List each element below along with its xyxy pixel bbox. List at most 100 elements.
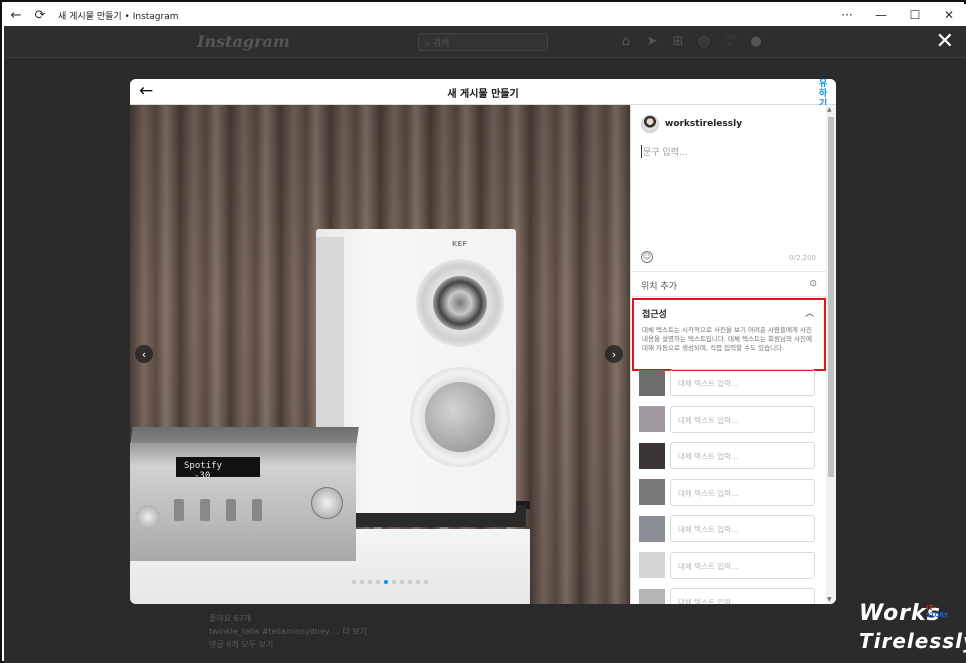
instagram-app: Instagram ⌕ 검색 ⌂ ➤ ⊞ ◎ ♡ ● ✕ 좋아요 67개 twi… bbox=[4, 26, 966, 663]
amp-display-value: -30 bbox=[194, 471, 211, 481]
photo-thumbnail bbox=[639, 552, 665, 578]
window-title: 새 게시물 만들기 • Instagram bbox=[58, 11, 179, 22]
instagram-header: Instagram ⌕ 검색 ⌂ ➤ ⊞ ◎ ♡ ● bbox=[4, 26, 966, 58]
accessibility-heading: 접근성 bbox=[642, 310, 667, 320]
alt-text-input[interactable]: 대체 텍스트 입력... bbox=[670, 551, 815, 579]
profile-icon[interactable]: ● bbox=[748, 33, 764, 49]
watermark-line2: Tirelessly bbox=[859, 629, 966, 653]
alt-text-input[interactable]: 대체 텍스트 입력... bbox=[670, 588, 815, 604]
post-caption-text: #tellaminsydney ... 더 보기 bbox=[261, 627, 367, 636]
speaker-brand: KEF bbox=[452, 240, 467, 248]
search-placeholder: 검색 bbox=[432, 39, 450, 49]
avatar bbox=[641, 115, 659, 133]
scroll-up-icon[interactable]: ▲ bbox=[827, 106, 832, 113]
post-details-panel: workstirelessly 문구 입력... ☺ 0/2,200 위치 추가… bbox=[630, 105, 826, 604]
prev-photo-button[interactable]: ‹ bbox=[135, 345, 153, 363]
amp-volume-knob bbox=[311, 487, 343, 519]
activity-icon[interactable]: ♡ bbox=[722, 33, 738, 49]
chevron-up-icon[interactable]: ︿ bbox=[805, 306, 814, 319]
title-bar: ← ⟳ 새 게시물 만들기 • Instagram ··· — ☐ ✕ bbox=[4, 4, 966, 26]
add-location-row[interactable]: 위치 추가 ⊙ bbox=[641, 279, 817, 292]
close-window-button[interactable]: ✕ bbox=[932, 4, 966, 26]
app-window: ← ⟳ 새 게시물 만들기 • Instagram ··· — ☐ ✕ Inst… bbox=[0, 0, 966, 663]
carousel-dot bbox=[424, 580, 428, 584]
watermark-story: STORY bbox=[926, 612, 949, 619]
carousel-dot bbox=[416, 580, 420, 584]
carousel-dot bbox=[352, 580, 356, 584]
carousel-dot bbox=[400, 580, 404, 584]
more-options-button[interactable]: ··· bbox=[830, 4, 864, 26]
carousel-dot bbox=[408, 580, 412, 584]
alt-text-input[interactable]: 대체 텍스트 입력... bbox=[670, 405, 815, 433]
amp-knob bbox=[136, 505, 160, 529]
scrollbar[interactable]: ▲ ▼ bbox=[826, 105, 836, 604]
search-input[interactable]: ⌕ 검색 bbox=[418, 33, 548, 51]
watermark-it: IT bbox=[926, 604, 934, 612]
scroll-thumb[interactable] bbox=[828, 117, 834, 477]
post-comments-link[interactable]: 댓글 6개 모두 보기 bbox=[209, 638, 565, 651]
alt-text-row: 대체 텍스트 입력... bbox=[639, 405, 817, 433]
carousel-dot bbox=[360, 580, 364, 584]
background-post: 좋아요 67개 twinkle_tella #tellaminsydney ..… bbox=[199, 604, 575, 663]
user-row: workstirelessly bbox=[641, 115, 742, 133]
new-post-icon[interactable]: ⊞ bbox=[670, 33, 686, 49]
close-overlay-icon[interactable]: ✕ bbox=[936, 31, 954, 53]
amplifier-display: Spotify -30 bbox=[176, 457, 260, 481]
accessibility-description: 대체 텍스트는 시각적으로 사진을 보기 어려운 사람들에게 사진 내용을 설명… bbox=[642, 326, 812, 352]
photo-thumbnail bbox=[639, 442, 665, 469]
location-label: 위치 추가 bbox=[641, 282, 677, 292]
speaker-tweeter bbox=[433, 276, 487, 330]
alt-text-row: 대체 텍스트 입력... bbox=[639, 478, 817, 506]
carousel-dot bbox=[392, 580, 396, 584]
username: workstirelessly bbox=[665, 119, 743, 129]
divider bbox=[631, 271, 826, 272]
maximize-button[interactable]: ☐ bbox=[898, 4, 932, 26]
alt-text-row: 대체 텍스트 입력... bbox=[639, 369, 817, 396]
explore-icon[interactable]: ◎ bbox=[696, 33, 712, 49]
post-photo[interactable]: KEF Spotify -30 ‹ › bbox=[130, 105, 630, 604]
search-icon: ⌕ bbox=[425, 39, 433, 49]
create-post-modal: ← 새 게시물 만들기 유 하 기 KEF Spotify -30 ‹ › wo… bbox=[130, 79, 836, 604]
direct-icon[interactable]: ➤ bbox=[644, 33, 660, 49]
share-label-char: 하 bbox=[818, 89, 828, 99]
amp-display-text: Spotify bbox=[184, 461, 222, 471]
alt-text-row: 대체 텍스트 입력... bbox=[639, 515, 817, 542]
accessibility-section[interactable]: 접근성 ︿ 대체 텍스트는 시각적으로 사진을 보기 어려운 사람들에게 사진 … bbox=[632, 298, 826, 371]
alt-text-input[interactable]: 대체 텍스트 입력... bbox=[670, 515, 815, 542]
photo-thumbnail bbox=[639, 515, 665, 542]
back-icon[interactable]: ← bbox=[4, 4, 28, 26]
scroll-down-icon[interactable]: ▼ bbox=[827, 596, 832, 603]
watermark-logo: Works IT STORY Tirelessly bbox=[859, 601, 966, 659]
alt-text-input[interactable]: 대체 텍스트 입력... bbox=[670, 369, 815, 396]
modal-title: 새 게시물 만들기 bbox=[447, 89, 519, 100]
divider bbox=[631, 296, 826, 297]
carousel-dot bbox=[368, 580, 372, 584]
photo-thumbnail bbox=[639, 588, 665, 604]
photo-thumbnail bbox=[639, 369, 665, 396]
alt-text-row: 대체 텍스트 입력... bbox=[639, 551, 817, 579]
modal-header: ← 새 게시물 만들기 유 하 기 bbox=[130, 79, 836, 109]
next-photo-button[interactable]: › bbox=[605, 345, 623, 363]
location-pin-icon: ⊙ bbox=[809, 279, 817, 289]
share-label-char: 유 bbox=[818, 79, 828, 89]
carousel-dot bbox=[384, 580, 388, 584]
alt-text-row: 대체 텍스트 입력... bbox=[639, 442, 817, 469]
post-caption-user[interactable]: twinkle_tella bbox=[209, 627, 259, 636]
photo-thumbnail bbox=[639, 406, 665, 432]
carousel-dots bbox=[352, 580, 428, 584]
minimize-button[interactable]: — bbox=[864, 4, 898, 26]
instagram-logo[interactable]: Instagram bbox=[197, 32, 290, 51]
emoji-icon[interactable]: ☺ bbox=[641, 251, 653, 263]
carousel-dot bbox=[376, 580, 380, 584]
post-likes: 좋아요 67개 bbox=[209, 614, 252, 623]
alt-text-input[interactable]: 대체 텍스트 입력... bbox=[670, 478, 815, 506]
speaker-woofer bbox=[425, 382, 495, 452]
caption-input[interactable]: 문구 입력... bbox=[641, 145, 688, 158]
alt-text-input[interactable]: 대체 텍스트 입력... bbox=[670, 442, 815, 469]
refresh-icon[interactable]: ⟳ bbox=[28, 4, 52, 26]
photo-thumbnail bbox=[639, 479, 665, 505]
alt-text-row: 대체 텍스트 입력... bbox=[639, 588, 817, 604]
top-nav: ⌂ ➤ ⊞ ◎ ♡ ● bbox=[618, 33, 764, 49]
char-counter: 0/2,200 bbox=[789, 254, 816, 262]
home-icon[interactable]: ⌂ bbox=[618, 33, 634, 49]
